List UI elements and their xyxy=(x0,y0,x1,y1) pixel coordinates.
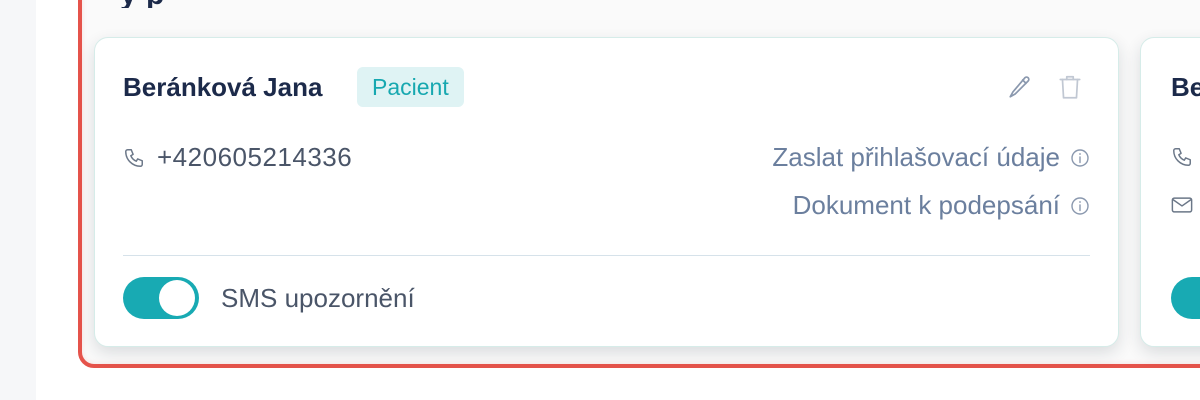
document-to-sign-link[interactable]: Dokument k podepsání xyxy=(793,190,1090,221)
sms-notification-label: SMS upozornění xyxy=(221,283,415,313)
send-credentials-link[interactable]: Zaslat přihlašovací údaje xyxy=(772,142,1090,173)
phone-number: +420605214336 xyxy=(157,142,353,172)
contact-name: Beránková Jana xyxy=(123,72,323,102)
trash-icon xyxy=(1059,75,1081,99)
section-title-text: y p xyxy=(120,0,165,8)
edit-button[interactable] xyxy=(1005,72,1035,102)
section-title: y p xyxy=(120,0,420,8)
role-badge: Pacient xyxy=(357,67,464,107)
send-credentials-label: Zaslat přihlašovací údaje xyxy=(772,142,1060,172)
card-divider xyxy=(123,255,1090,256)
delete-button[interactable] xyxy=(1055,72,1085,102)
left-sidebar-edge xyxy=(0,0,36,400)
contact-card: Beránková Jana Pacient +420605214336 Zas… xyxy=(94,37,1119,347)
next-sms-toggle[interactable] xyxy=(1171,277,1200,319)
next-contact-name: Be xyxy=(1171,72,1200,102)
toggle-knob xyxy=(159,280,195,316)
pencil-icon xyxy=(1009,76,1030,98)
mail-icon xyxy=(1171,197,1193,213)
phone-row: +420605214336 xyxy=(123,142,352,173)
next-contact-card: Be xyxy=(1140,37,1200,347)
info-icon xyxy=(1070,148,1090,168)
info-icon xyxy=(1070,196,1090,216)
phone-icon xyxy=(1173,148,1191,166)
document-to-sign-label: Dokument k podepsání xyxy=(792,190,1060,220)
phone-icon xyxy=(125,148,143,167)
sms-notification-toggle[interactable] xyxy=(123,277,199,319)
